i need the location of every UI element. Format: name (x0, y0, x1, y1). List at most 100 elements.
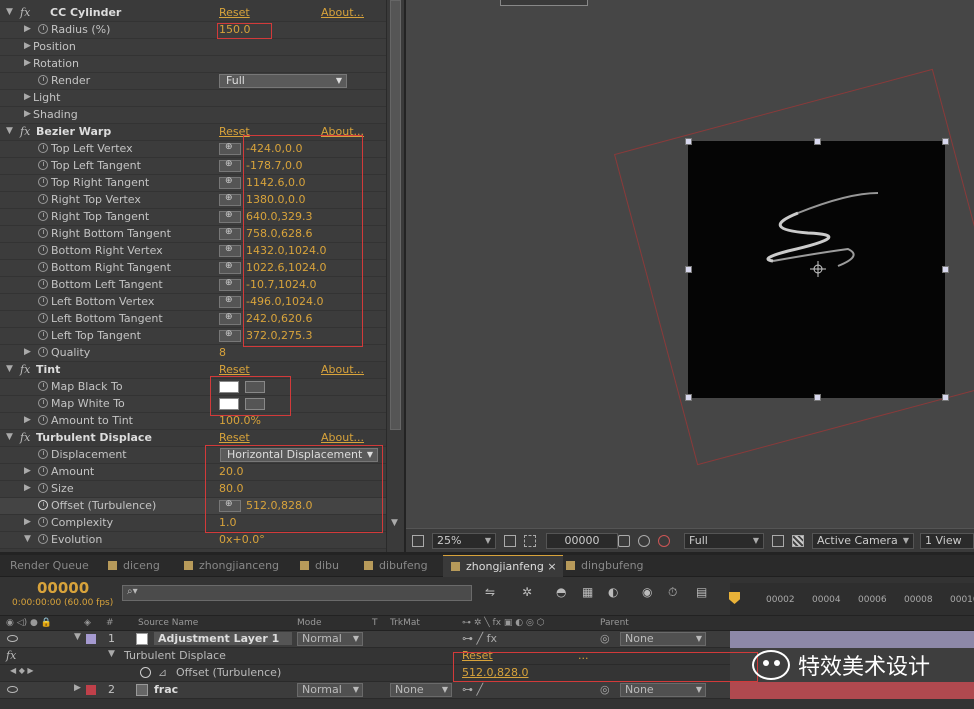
timeline-layer-row[interactable]: ▶ 2 frac Normal ▼ None ▼ ⊶ ╱ ◎ None ▼ (0, 682, 730, 699)
layer-preview[interactable] (688, 141, 945, 398)
layer-handle[interactable] (814, 394, 821, 401)
stopwatch-icon[interactable] (38, 398, 48, 408)
scrollbar-thumb[interactable] (390, 0, 401, 430)
tab-dingbufeng[interactable]: dingbufeng (566, 555, 644, 577)
twirl-right-icon[interactable]: ▶ (24, 415, 31, 425)
brainstorm-icon[interactable]: ⏱ (668, 586, 683, 599)
magnification-dropdown[interactable]: 25% ▼ (432, 533, 496, 549)
layer-handle[interactable] (942, 138, 949, 145)
param-value[interactable]: 0x+0.0° (219, 533, 265, 546)
col-source-name[interactable]: Source Name (138, 618, 198, 628)
stopwatch-icon[interactable] (38, 415, 48, 425)
param-rotation[interactable]: ▶ Rotation (0, 56, 386, 73)
resolution-dropdown[interactable]: Full ▼ (684, 533, 764, 549)
crosshair-icon[interactable] (219, 295, 241, 308)
stopwatch-icon[interactable] (38, 449, 48, 459)
twirl-right-icon[interactable]: ▶ (24, 24, 31, 34)
preview-toggle-icon[interactable] (412, 535, 424, 547)
crosshair-icon[interactable] (219, 244, 241, 257)
fx-icon[interactable]: fx (20, 431, 30, 444)
reset-link[interactable]: Reset (219, 431, 250, 444)
twirl-down-icon[interactable]: ▼ (24, 534, 31, 544)
effect-controls-scrollbar[interactable]: ▼ (386, 0, 404, 552)
fx-icon[interactable]: fx (20, 125, 30, 138)
eye-icon[interactable] (7, 635, 18, 642)
stopwatch-icon[interactable] (38, 500, 48, 510)
layer-handle[interactable] (942, 394, 949, 401)
parent-pickwhip-icon[interactable]: ◎ (600, 683, 610, 696)
twirl-down-icon[interactable]: ▼ (6, 432, 13, 442)
time-ruler[interactable]: 00002 00004 00006 00008 00010 (730, 583, 974, 615)
switches-icons[interactable]: ⊶ ╱ (462, 683, 483, 696)
stopwatch-icon[interactable] (38, 177, 48, 187)
about-link[interactable]: About... (321, 431, 364, 444)
twirl-down-icon[interactable]: ▼ (6, 126, 13, 136)
layer-name[interactable]: frac (154, 683, 178, 696)
param-light[interactable]: ▶ Light (0, 90, 386, 107)
stopwatch-icon[interactable] (38, 24, 48, 34)
show-snapshot-icon[interactable] (638, 535, 650, 547)
current-time-display[interactable]: 00000 (546, 533, 618, 549)
layer-name[interactable]: Adjustment Layer 1 (154, 632, 292, 645)
motion-blur-icon[interactable]: ◐ (608, 586, 623, 599)
eye-icon[interactable] (7, 686, 18, 693)
crosshair-icon[interactable] (219, 227, 241, 240)
param-map-black[interactable]: Map Black To (0, 379, 386, 396)
timeline-search-input[interactable]: ⌕▾ (122, 585, 472, 601)
fx-icon[interactable]: fx (6, 649, 16, 662)
stopwatch-icon[interactable] (38, 228, 48, 238)
color-channel-icon[interactable] (658, 535, 670, 547)
crosshair-icon[interactable] (219, 176, 241, 189)
param-evolution[interactable]: ▼ Evolution 0x+0.0° (0, 532, 386, 549)
fx-icon[interactable]: fx (20, 6, 30, 19)
twirl-right-icon[interactable]: ▶ (24, 483, 31, 493)
mask-toggle-icon[interactable] (524, 535, 536, 547)
reset-link[interactable]: Reset (219, 363, 250, 376)
tab-render-queue[interactable]: Render Queue (10, 555, 89, 577)
timeline-layer-row[interactable]: ▼ 1 Adjustment Layer 1 Normal ▼ ⊶ ╱ fx ◎ … (0, 631, 730, 648)
comp-tab-top[interactable] (500, 0, 588, 6)
stopwatch-icon[interactable] (38, 466, 48, 476)
transparency-grid-icon[interactable] (792, 535, 804, 547)
stopwatch-icon[interactable] (38, 347, 48, 357)
blend-mode-dropdown[interactable]: Normal ▼ (297, 683, 363, 697)
effect-header-cc-cylinder[interactable]: ▼ fx CC Cylinder Reset About... (0, 5, 386, 22)
stopwatch-icon[interactable] (38, 160, 48, 170)
comp-mini-flowchart-icon[interactable]: ⇋ (485, 586, 500, 599)
stopwatch-icon[interactable] (38, 211, 48, 221)
param-position[interactable]: ▶ Position (0, 39, 386, 56)
twirl-down-icon[interactable]: ▼ (6, 364, 13, 374)
about-link[interactable]: About... (321, 363, 364, 376)
grid-icon[interactable] (504, 535, 516, 547)
switches-icons[interactable]: ⊶ ╱ fx (462, 632, 497, 645)
reset-link[interactable]: Reset (219, 6, 250, 19)
twirl-right-icon[interactable]: ▶ (24, 517, 31, 527)
label-color-swatch[interactable] (86, 685, 96, 695)
parent-pickwhip-icon[interactable]: ◎ (600, 632, 610, 645)
blend-mode-dropdown[interactable]: Normal ▼ (297, 632, 363, 646)
param-amount-to-tint[interactable]: ▶ Amount to Tint 100.0% (0, 413, 386, 430)
fx-icon[interactable]: fx (20, 363, 30, 376)
stopwatch-icon[interactable] (38, 381, 48, 391)
stopwatch-icon[interactable] (38, 483, 48, 493)
crosshair-icon[interactable] (219, 159, 241, 172)
render-dropdown[interactable]: Full ▼ (219, 74, 347, 88)
trkmat-dropdown[interactable]: None ▼ (390, 683, 452, 697)
twirl-right-icon[interactable]: ▶ (24, 109, 31, 119)
layer-handle[interactable] (685, 266, 692, 273)
twirl-right-icon[interactable]: ▶ (24, 466, 31, 476)
layer-handle[interactable] (685, 394, 692, 401)
auto-keyframe-icon[interactable]: ▤ (696, 586, 711, 599)
parent-dropdown[interactable]: None ▼ (620, 632, 706, 646)
view-layout-dropdown[interactable]: 1 View (920, 533, 974, 549)
twirl-right-icon[interactable]: ▶ (24, 41, 31, 51)
stopwatch-icon[interactable] (38, 534, 48, 544)
twirl-right-icon[interactable]: ▶ (24, 92, 31, 102)
layer-handle[interactable] (814, 138, 821, 145)
stopwatch-icon[interactable] (140, 667, 151, 678)
param-render[interactable]: Render Full ▼ (0, 73, 386, 90)
tab-zhongjianfeng[interactable]: zhongjianfeng × (443, 555, 563, 577)
label-color-swatch[interactable] (86, 634, 96, 644)
draft-3d-icon[interactable]: ✲ (522, 586, 537, 599)
snapshot-icon[interactable] (618, 535, 630, 547)
